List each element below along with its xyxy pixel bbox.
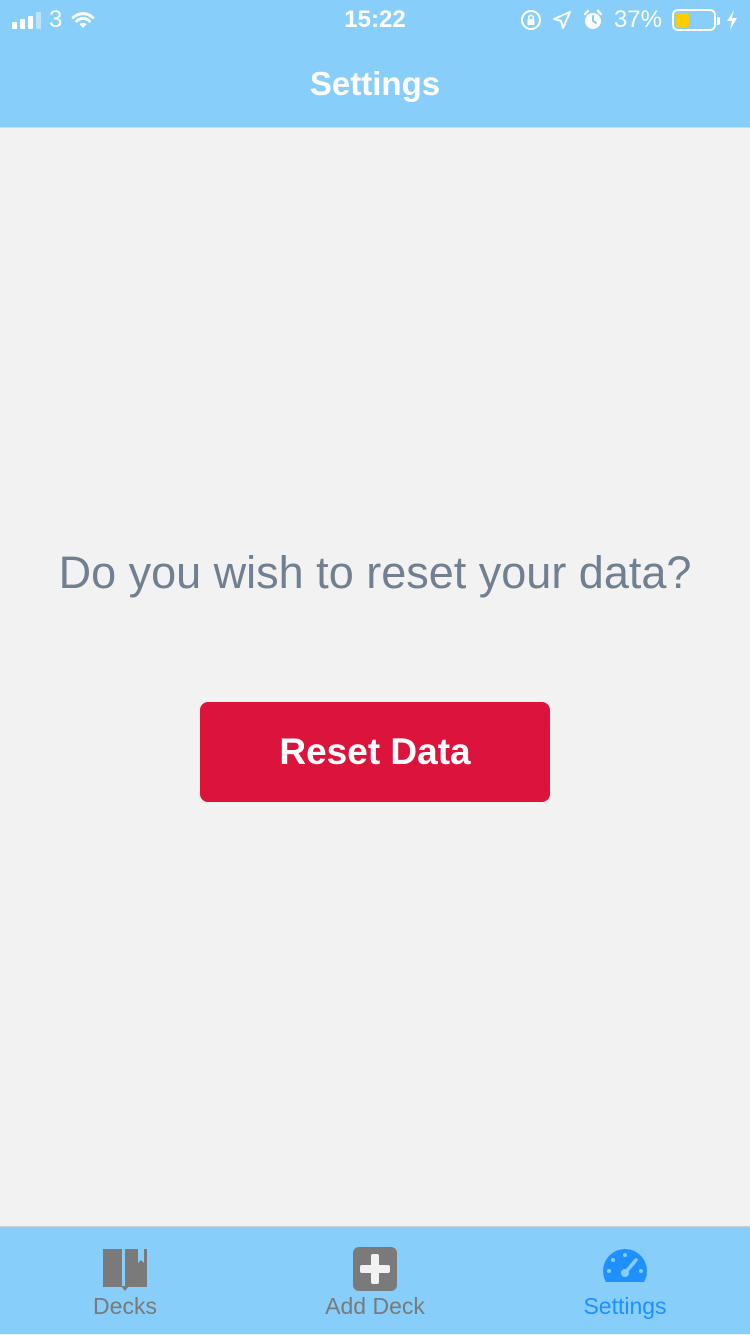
tab-add-deck[interactable]: Add Deck [250, 1227, 500, 1335]
charging-bolt-icon [727, 10, 737, 30]
location-arrow-icon [552, 11, 571, 29]
tab-label: Add Deck [325, 1293, 425, 1319]
reset-prompt: Do you wish to reset your data? [58, 547, 692, 598]
status-right: 37% [520, 6, 738, 34]
alarm-icon [583, 9, 603, 29]
speedometer-icon [603, 1249, 647, 1282]
book-icon [103, 1249, 147, 1291]
page-title: Settings [309, 65, 441, 102]
reset-data-button[interactable]: Reset Data [200, 702, 550, 802]
status-bar: 3 15:22 37% [0, 0, 750, 40]
battery-percentage: 37% [613, 6, 662, 33]
tab-decks[interactable]: Decks [0, 1227, 250, 1335]
battery-level-fill [676, 13, 689, 27]
tab-label: Settings [583, 1293, 667, 1319]
header: 3 15:22 37% Settings [0, 0, 750, 128]
tab-settings[interactable]: Settings [500, 1227, 750, 1335]
rotation-lock-icon [520, 10, 541, 30]
tab-bar: Decks Add Deck Settings [0, 1226, 750, 1334]
plus-square-icon [353, 1247, 397, 1291]
battery-icon [672, 9, 720, 31]
tab-label: Decks [93, 1293, 157, 1319]
